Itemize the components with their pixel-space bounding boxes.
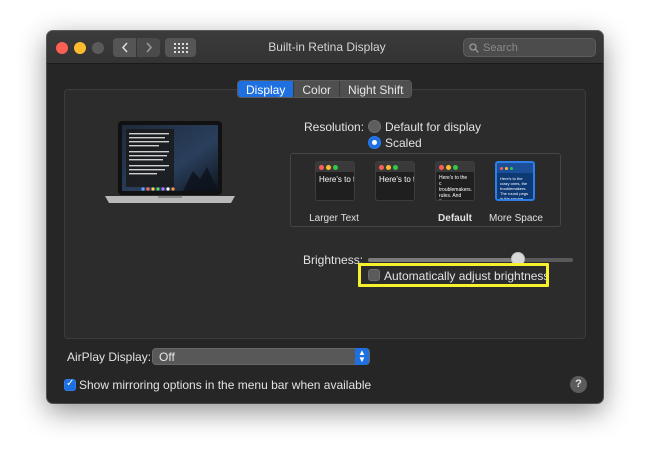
tab-bar: Display Color Night Shift xyxy=(237,80,413,98)
search-icon xyxy=(469,42,479,53)
close-button[interactable] xyxy=(56,42,68,54)
scaled-label: Scaled xyxy=(385,136,422,150)
radio-default-for-display[interactable] xyxy=(368,120,381,133)
title-bar: Built-in Retina Display Search xyxy=(47,31,603,64)
back-button[interactable] xyxy=(113,38,136,57)
tab-night-shift[interactable]: Night Shift xyxy=(339,81,412,97)
show-all-button[interactable] xyxy=(165,38,196,57)
display-preferences-window: Built-in Retina Display Search Display C… xyxy=(47,31,603,403)
airplay-display-label: AirPlay Display: xyxy=(67,350,152,364)
radio-scaled[interactable] xyxy=(368,136,381,149)
search-placeholder: Search xyxy=(483,41,518,54)
brightness-slider[interactable] xyxy=(368,258,573,262)
zoom-button[interactable] xyxy=(92,42,104,54)
brightness-slider-fill xyxy=(368,258,520,262)
forward-button[interactable] xyxy=(137,38,160,57)
default-label: Default xyxy=(438,213,472,224)
larger-text-label: Larger Text xyxy=(309,213,359,224)
mirroring-label: Show mirroring options in the menu bar w… xyxy=(79,378,372,392)
tab-display[interactable]: Display xyxy=(238,81,294,97)
airplay-display-value: Off xyxy=(159,350,175,364)
chevron-left-icon xyxy=(121,42,128,53)
highlight-annotation xyxy=(358,263,549,287)
grid-icon xyxy=(173,42,188,53)
brightness-label: Brightness: xyxy=(303,253,364,267)
laptop-image xyxy=(105,121,235,203)
search-input[interactable]: Search xyxy=(463,38,596,57)
scale-option-larger-text[interactable]: Here's to troublem xyxy=(315,161,355,201)
default-for-display-label: Default for display xyxy=(385,120,482,134)
scale-option-more-space[interactable]: Here's to the crazy ones, the troublemak… xyxy=(495,161,535,201)
resolution-label: Resolution: xyxy=(304,120,365,134)
airplay-display-select[interactable]: Off ▲ ▼ xyxy=(152,348,370,365)
window-title: Built-in Retina Display xyxy=(268,40,386,54)
more-space-label: More Space xyxy=(489,213,543,224)
scale-option-2[interactable]: Here's to troublema xyxy=(375,161,415,201)
chevron-right-icon xyxy=(145,42,152,53)
help-button[interactable]: ? xyxy=(570,376,587,393)
tab-color[interactable]: Color xyxy=(293,81,340,97)
mirroring-checkbox[interactable] xyxy=(64,378,76,391)
minimize-button[interactable] xyxy=(74,42,86,54)
updown-arrows-icon: ▲ ▼ xyxy=(355,348,369,365)
scale-option-default[interactable]: Here's to the c troublemakers. rules. An… xyxy=(435,161,475,201)
